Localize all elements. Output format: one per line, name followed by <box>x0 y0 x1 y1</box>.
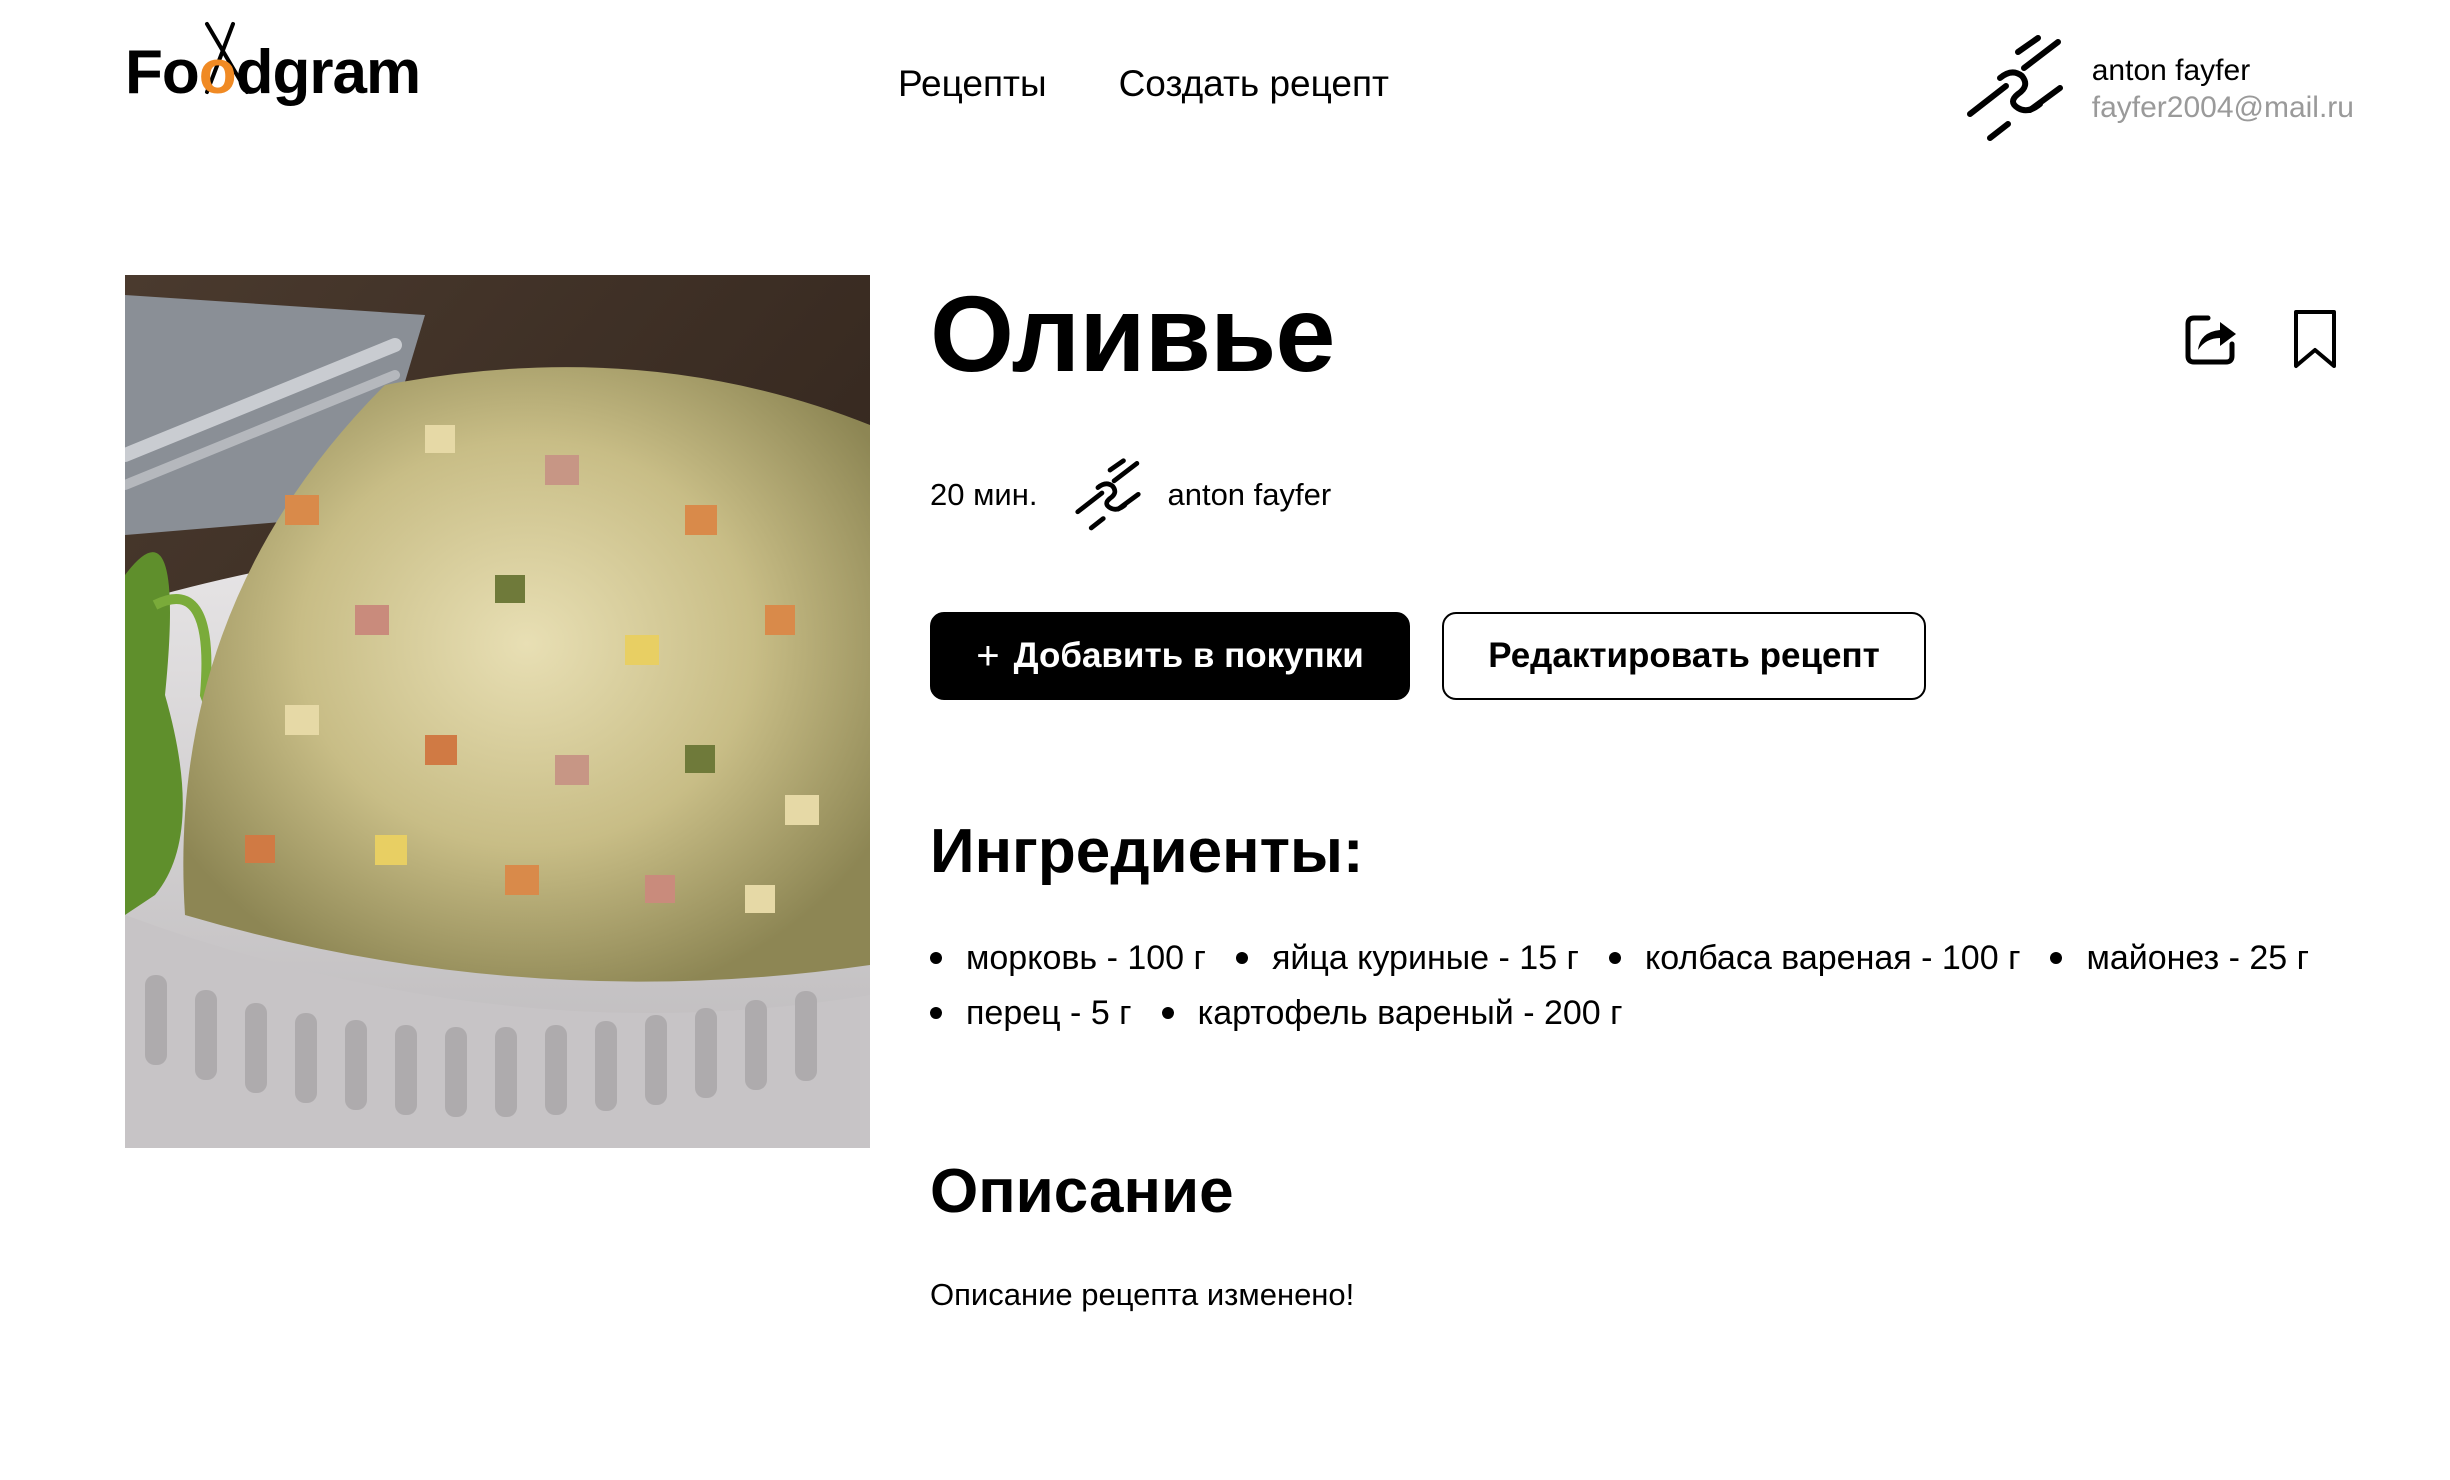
edit-recipe-button[interactable]: Редактировать рецепт <box>1442 612 1926 700</box>
ingredient-item: морковь - 100 г <box>930 937 1206 980</box>
chain-link-icon <box>1075 458 1142 531</box>
cooking-time: 20 мин. <box>930 477 1038 512</box>
description-heading: Описание <box>930 1157 1234 1226</box>
ingredients-list: морковь - 100 г яйца куриные - 15 г колб… <box>930 937 2345 1034</box>
user-name: anton fayfer <box>2091 53 2251 87</box>
chain-link-icon <box>1966 35 2063 141</box>
add-to-shopping-list-label: Добавить в покупки <box>1013 636 1364 675</box>
ingredient-item: майонез - 25 г <box>2050 937 2309 980</box>
nav-create-recipe[interactable]: Создать рецепт <box>1119 62 1389 106</box>
ingredient-item: яйца куриные - 15 г <box>1236 937 1579 980</box>
main-nav: Рецепты Создать рецепт <box>898 62 1389 106</box>
ingredients-heading: Ингредиенты: <box>930 817 1364 886</box>
foodgram-logo[interactable]: Foodgram <box>125 14 445 114</box>
share-icon <box>2185 315 2236 365</box>
user-menu[interactable]: anton fayfer fayfer2004@mail.ru <box>1960 34 2354 144</box>
logo-wordmark: Foodgram <box>125 38 421 107</box>
bookmark-button[interactable] <box>2285 307 2345 371</box>
nav-recipes[interactable]: Рецепты <box>898 62 1047 106</box>
ingredient-item: картофель вареный - 200 г <box>1162 992 1623 1035</box>
site-header: Foodgram Рецепты Создать рецепт anton fa… <box>0 0 2450 180</box>
share-button[interactable] <box>2181 307 2241 371</box>
user-info: anton fayfer fayfer2004@mail.ru <box>2092 52 2354 127</box>
olivier-salad-image <box>125 275 870 1148</box>
add-to-shopping-list-button[interactable]: + Добавить в покупки <box>930 612 1410 700</box>
recipe-title: Оливье <box>930 273 1335 394</box>
plus-icon: + <box>976 634 1000 678</box>
ingredient-item: перец - 5 г <box>930 992 1132 1035</box>
ingredient-item: колбаса вареная - 100 г <box>1609 937 2021 980</box>
recipe-meta: 20 мин. anton fayfer <box>930 458 1331 532</box>
recipe-photo <box>125 275 870 1148</box>
recipe-description: Описание рецепта изменено! <box>930 1277 1355 1312</box>
bookmark-icon <box>2294 310 2336 368</box>
recipe-author[interactable]: anton fayfer <box>1167 477 1331 513</box>
user-email: fayfer2004@mail.ru <box>2091 91 2354 124</box>
recipe-actions <box>2181 307 2345 371</box>
recipe-buttons: + Добавить в покупки Редактировать рецеп… <box>930 612 1926 700</box>
